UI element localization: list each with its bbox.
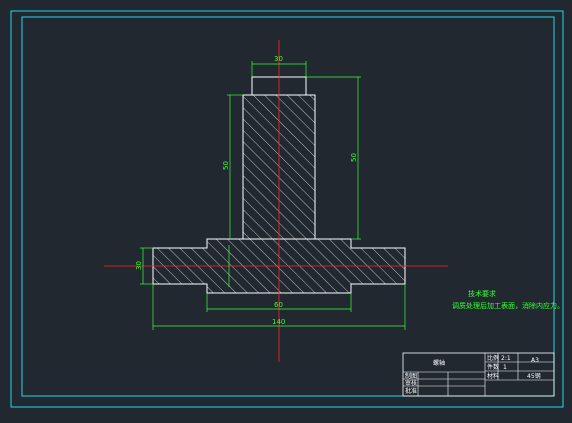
dim-flange-thickness-label: 30 [135, 261, 143, 270]
dim-total-width-label: 140 [272, 318, 285, 326]
dim-outer-height-label: 50 [350, 153, 358, 162]
tb-material-value: 45钢 [527, 372, 541, 380]
tb-approved-by-label: 批准 [405, 387, 417, 395]
dim-inner-height-label: 50 [222, 161, 230, 170]
tb-quantity-value: 1 [503, 364, 507, 371]
tb-material-label: 材料 [487, 372, 499, 380]
tb-part-name: 螺轴 [433, 359, 445, 367]
tb-quantity-label: 件数 [487, 363, 499, 371]
cad-drawing: 30 50 50 30 60 140 技术要求 调质处理后加工表面，消除内应力。… [10, 10, 564, 408]
technical-requirements: 技术要求 调质处理后加工表面，消除内应力。 [452, 289, 564, 310]
dim-top-width-label: 30 [274, 55, 283, 63]
dimension-inner-height: 50 [222, 94, 243, 239]
tb-drawn-by-label: 制图 [405, 372, 417, 380]
tb-checked-by-label: 审核 [405, 379, 417, 387]
tech-req-heading: 技术要求 [468, 289, 496, 298]
title-block: 螺轴 比例 2:1 A3 件数 1 材料 45钢 制图 审核 批准 [402, 352, 555, 397]
tb-scale-value: 2:1 [501, 355, 511, 362]
tb-sheet-size: A3 [531, 357, 539, 364]
dim-hub-width-label: 60 [274, 301, 283, 309]
tb-scale-label: 比例 [487, 354, 499, 362]
tech-req-text: 调质处理后加工表面，消除内应力。 [452, 301, 564, 310]
